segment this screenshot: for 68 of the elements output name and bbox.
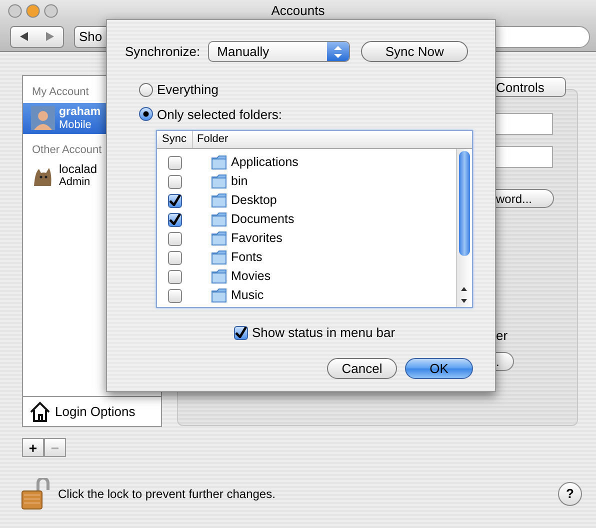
controls-tab[interactable]: Controls — [496, 77, 566, 97]
zoom-button[interactable] — [44, 4, 58, 18]
stepper-arrows-icon — [334, 46, 342, 58]
checkbox[interactable] — [168, 250, 182, 264]
checkmark-icon — [169, 195, 181, 206]
forward-arrow-icon — [46, 32, 54, 41]
folder-name: Music — [231, 287, 264, 304]
account-role: Mobile — [59, 118, 92, 130]
folder-icon — [211, 193, 228, 208]
window-title: Accounts — [271, 2, 325, 20]
sync-now-button[interactable]: Sync Now — [361, 41, 468, 62]
checkbox[interactable] — [168, 212, 182, 226]
house-icon — [29, 400, 51, 422]
user-avatar-icon — [31, 106, 55, 130]
folder-icon — [211, 269, 228, 284]
ok-button[interactable]: OK — [405, 358, 473, 378]
text-field[interactable] — [496, 113, 553, 135]
folder-icon — [211, 212, 228, 227]
folder-icon — [211, 155, 228, 170]
folder-name: Applications — [231, 154, 298, 172]
checkmark-icon — [169, 214, 181, 225]
folder-icon — [211, 174, 228, 189]
account-name: localad — [59, 163, 98, 176]
add-button[interactable]: + — [22, 438, 44, 457]
lock-message: Click the lock to prevent further changes. — [58, 486, 276, 503]
folder-icon — [211, 288, 228, 303]
folder-name: Desktop — [231, 192, 277, 210]
folder-name: Favorites — [231, 230, 282, 248]
minimize-button[interactable] — [26, 4, 40, 18]
show-status-label: Show status in menu bar — [252, 324, 396, 342]
section-header: My Account — [32, 85, 89, 100]
checkmark-icon — [235, 327, 247, 338]
login-options-label: Login Options — [55, 402, 136, 421]
text-fragment: er — [496, 327, 508, 345]
checkbox[interactable] — [168, 174, 182, 188]
show-all-button[interactable]: Sho — [74, 26, 108, 48]
column-header: Folder — [196, 132, 228, 148]
folder-name: bin — [231, 173, 248, 190]
folder-name: Movies — [231, 268, 271, 286]
folder-icon — [211, 231, 228, 246]
checkbox[interactable] — [168, 288, 182, 302]
folder-icon — [211, 250, 228, 265]
checkbox[interactable] — [168, 232, 182, 246]
checkbox[interactable] — [168, 270, 182, 284]
radio-button[interactable] — [139, 82, 153, 97]
sync-label: Synchronize: — [125, 42, 200, 61]
folder-name: Documents — [231, 211, 294, 228]
checkbox[interactable] — [234, 326, 248, 340]
checkbox[interactable] — [168, 156, 182, 170]
folder-name: Fonts — [231, 249, 262, 266]
account-role: Admin — [59, 176, 90, 188]
password-button[interactable]: word... — [496, 189, 554, 208]
sync-mode-dropdown[interactable]: Manually — [208, 41, 350, 62]
back-arrow-icon — [20, 32, 28, 41]
padlock-icon[interactable] — [20, 478, 50, 510]
radio-button[interactable] — [139, 107, 153, 122]
text-field[interactable] — [496, 146, 553, 168]
column-header: Sync — [157, 131, 193, 148]
cancel-button[interactable]: Cancel — [327, 358, 397, 378]
checkbox[interactable] — [168, 194, 182, 208]
scrollbar[interactable] — [456, 149, 472, 307]
account-name: graham — [59, 106, 101, 118]
help-button[interactable]: ? — [558, 482, 582, 506]
option-label: Everything — [157, 81, 218, 99]
close-button[interactable] — [8, 4, 22, 18]
configure-button[interactable]: . — [496, 352, 514, 370]
login-options-item[interactable]: Login Options — [22, 397, 162, 427]
section-header: Other Account — [32, 142, 102, 158]
